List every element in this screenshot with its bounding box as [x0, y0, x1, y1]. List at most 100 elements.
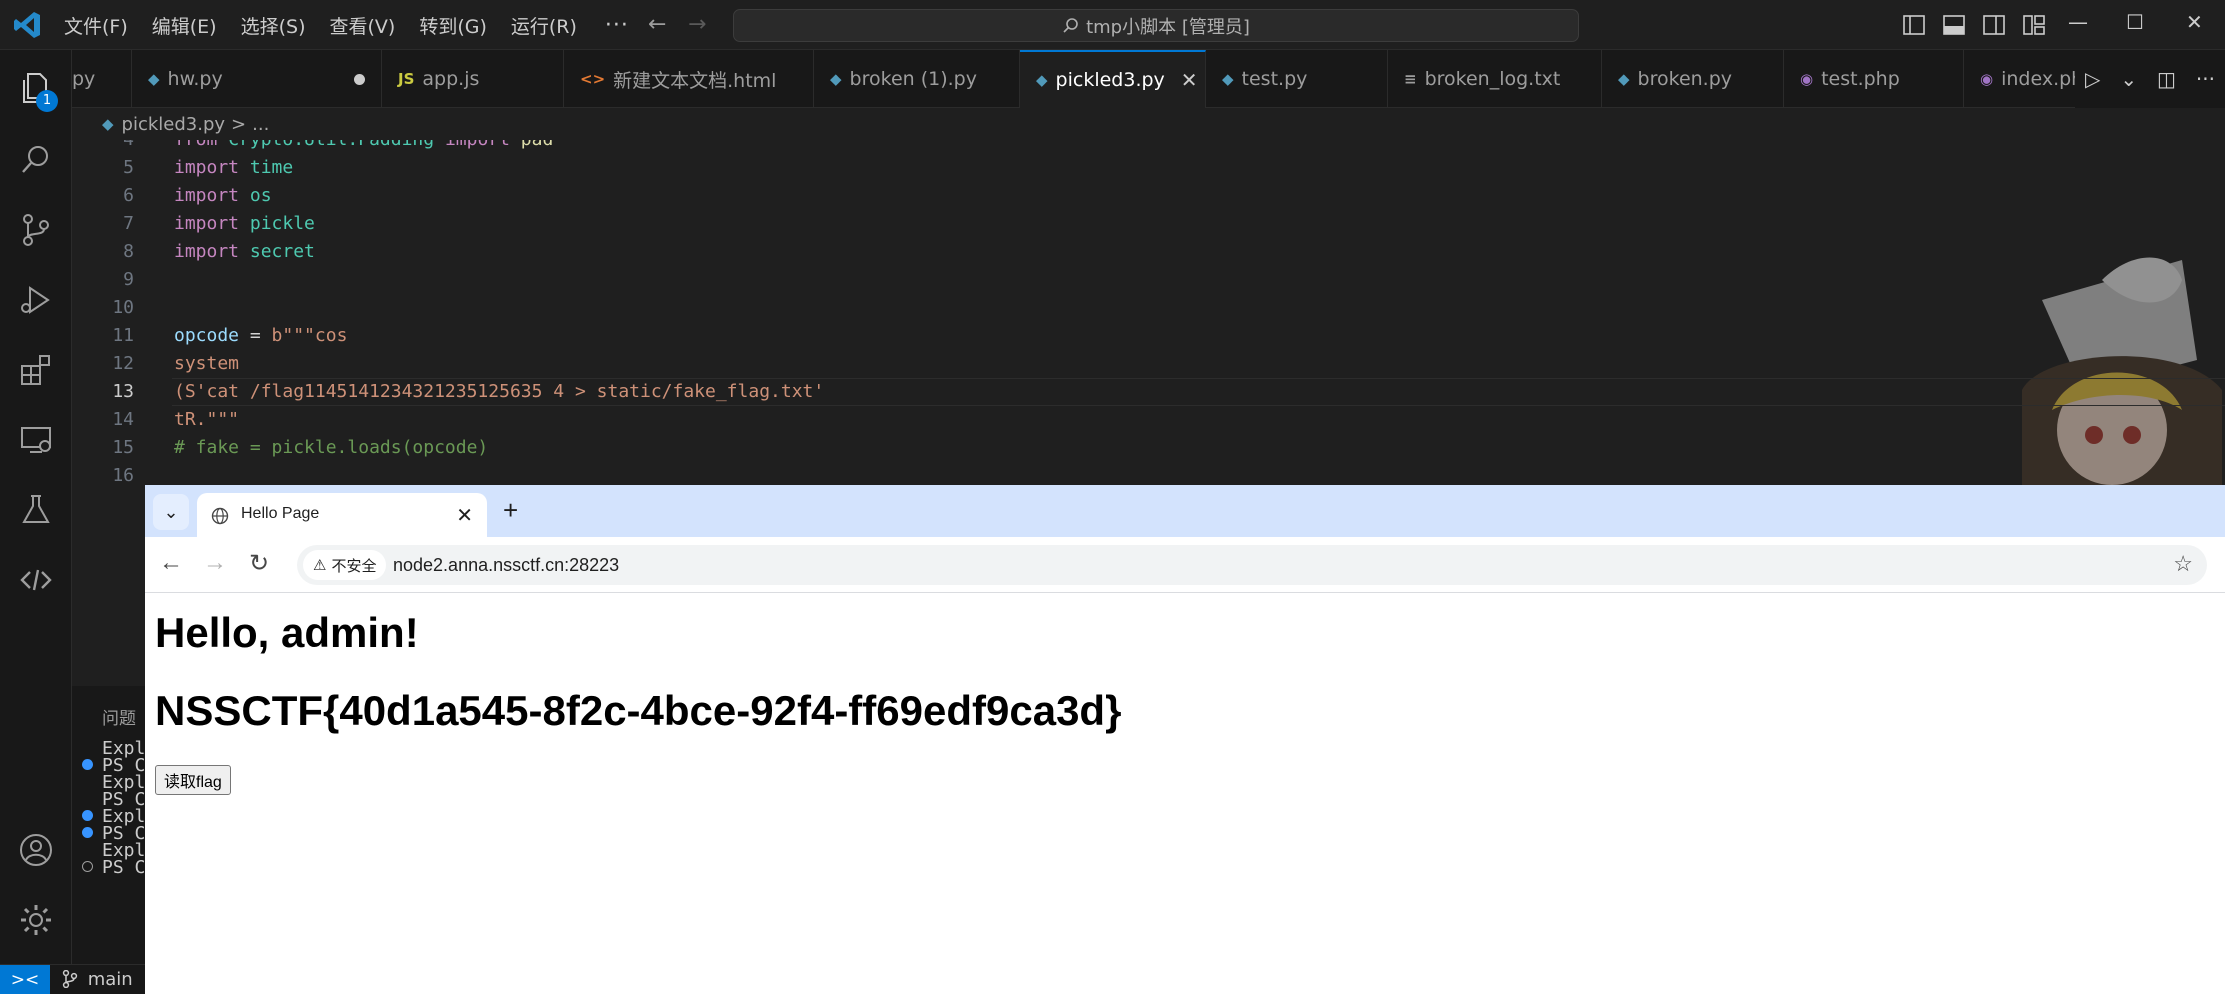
command-decoration-dot-icon[interactable] — [82, 759, 93, 770]
tab-pickled3-py[interactable]: ◆ pickled3.py ✕ — [1020, 50, 1206, 108]
split-editor-icon[interactable]: ◫ — [2157, 67, 2176, 91]
git-branch[interactable]: main — [62, 965, 133, 994]
search-view-icon[interactable] — [18, 142, 54, 178]
code-token: b"""cos — [271, 325, 348, 346]
unsaved-dot-icon[interactable] — [354, 74, 365, 85]
command-decoration-dot-icon[interactable] — [82, 827, 93, 838]
breadcrumb: ◆ pickled3.py > ... — [72, 108, 269, 140]
tab-label: hw.py — [167, 68, 223, 90]
code-line[interactable]: 16 — [72, 462, 2222, 486]
testing-icon[interactable] — [18, 492, 54, 528]
command-center-search[interactable]: tmp小脚本 [管理员] — [733, 9, 1579, 42]
browser-tab-hello-page[interactable]: Hello Page ✕ — [197, 493, 487, 537]
site-security-chip[interactable]: ⚠ 不安全 — [303, 550, 387, 580]
accounts-icon[interactable] — [18, 832, 54, 868]
url-text[interactable]: node2.anna.nssctf.cn:28223 — [393, 555, 619, 576]
code-token: (S'cat /flag1145141234321235125635 4 > s… — [174, 381, 825, 402]
tab-broken-1-py[interactable]: ◆ broken (1).py — [814, 50, 1020, 108]
browser-toolbar: ← → ↻ ⚠ 不安全 node2.anna.nssctf.cn:28223 ☆ — [145, 537, 2225, 593]
code-token: time — [249, 157, 294, 178]
menu-more-icon[interactable]: ··· — [605, 13, 629, 38]
tab-search-button[interactable]: ⌄ — [153, 494, 189, 530]
code-token: pickle — [249, 213, 315, 234]
manage-gear-icon[interactable] — [18, 902, 54, 938]
panel-tab-problems[interactable]: 问题 — [102, 704, 136, 729]
breadcrumb-file[interactable]: pickled3.py — [122, 114, 226, 135]
address-bar[interactable]: ⚠ 不安全 node2.anna.nssctf.cn:28223 ☆ — [297, 545, 2207, 585]
code-line[interactable]: 9 — [72, 266, 2222, 294]
run-and-debug-icon[interactable] — [18, 282, 54, 318]
tab-partial[interactable]: py — [72, 50, 132, 108]
breadcrumb-rest[interactable]: ... — [252, 114, 269, 135]
python-file-icon: ◆ — [830, 70, 842, 88]
code-line[interactable]: 10 — [72, 294, 2222, 322]
customize-layout-icon[interactable] — [2022, 14, 2046, 36]
code-token: pad — [521, 140, 554, 150]
tab-test-php[interactable]: ◉ test.php — [1784, 50, 1964, 108]
code-line[interactable]: 12 system — [72, 350, 2222, 378]
back-arrow-icon[interactable]: ← — [648, 12, 666, 37]
code-token: tR.""" — [174, 409, 240, 430]
terminal-panel[interactable]: 问题 Expl PS C Expl PS C Expl PS C Expl PS C — [72, 686, 152, 964]
code-line[interactable]: 5 import time — [72, 154, 2222, 182]
code-line[interactable]: 14 tR.""" — [72, 406, 2222, 434]
code-line[interactable]: 11 opcode = b"""cos — [72, 322, 2222, 350]
code-text: (S'cat /flag1145141234321235125635 4 > s… — [174, 378, 824, 406]
menu-edit[interactable]: 编辑(E) — [152, 12, 217, 39]
code-snippets-icon[interactable] — [18, 562, 54, 598]
code-line[interactable]: 8 import secret — [72, 238, 2222, 266]
code-text: import pickle — [174, 210, 315, 238]
command-decoration-dot-icon[interactable] — [82, 810, 93, 821]
remote-indicator-icon[interactable]: >< — [0, 965, 50, 994]
python-file-icon: ◆ — [1618, 70, 1630, 88]
browser-forward-icon[interactable]: → — [203, 549, 227, 577]
flag-text: NSSCTF{40d1a545-8f2c-4bce-92f4-ff69edf9c… — [155, 687, 1122, 734]
toggle-panel-icon[interactable] — [1942, 14, 1966, 36]
tab-broken-log-txt[interactable]: ≡ broken_log.txt — [1388, 50, 1602, 108]
tab-hw-py[interactable]: ◆ hw.py — [132, 50, 382, 108]
tab-test-py[interactable]: ◆ test.py — [1206, 50, 1388, 108]
toggle-primary-sidebar-icon[interactable] — [1902, 14, 1926, 36]
run-file-icon[interactable]: ▷ — [2085, 67, 2100, 91]
code-token: opcode — [174, 325, 250, 346]
read-flag-button[interactable]: 读取flag — [155, 765, 231, 795]
close-window-button[interactable]: ✕ — [2186, 10, 2203, 34]
code-line[interactable]: 7 import pickle — [72, 210, 2222, 238]
code-line[interactable]: 15 # fake = pickle.loads(opcode) — [72, 434, 2222, 462]
toggle-secondary-sidebar-icon[interactable] — [1982, 14, 2006, 36]
minimize-button[interactable]: — — [2068, 10, 2088, 34]
more-actions-icon[interactable]: ··· — [2196, 67, 2215, 91]
command-center-text: tmp小脚本 [管理员] — [1086, 16, 1250, 38]
menu-file[interactable]: 文件(F) — [64, 12, 128, 39]
browser-back-icon[interactable]: ← — [159, 549, 183, 577]
forward-arrow-icon[interactable]: → — [688, 12, 706, 37]
reload-icon[interactable]: ↻ — [249, 549, 269, 578]
maximize-button[interactable]: ☐ — [2126, 10, 2144, 34]
command-decoration-dot-icon[interactable] — [82, 861, 93, 872]
menu-run[interactable]: 运行(R) — [511, 12, 577, 39]
code-line[interactable]: 6 import os — [72, 182, 2222, 210]
new-tab-plus-icon[interactable]: + — [503, 495, 518, 526]
run-menu-chevron-icon[interactable]: ⌄ — [2120, 67, 2137, 91]
line-number: 6 — [123, 185, 134, 206]
close-browser-tab-icon[interactable]: ✕ — [456, 503, 473, 528]
code-editor[interactable]: 4 from Crypto.Util.Padding import pad 5 imp… — [72, 140, 2225, 486]
php-file-icon: ◉ — [1800, 70, 1814, 88]
code-line[interactable]: 4 from Crypto.Util.Padding import pad — [72, 140, 2222, 154]
close-tab-icon[interactable]: ✕ — [1181, 68, 1198, 92]
explorer-badge: 1 — [36, 90, 58, 112]
code-line[interactable]: 13 (S'cat /flag1145141234321235125635 4 >… — [72, 378, 2222, 406]
source-control-icon[interactable] — [18, 212, 54, 248]
tab-app-js[interactable]: JS app.js — [382, 50, 564, 108]
menu-view[interactable]: 查看(V) — [330, 12, 396, 39]
extensions-icon[interactable] — [18, 352, 54, 388]
menu-selection[interactable]: 选择(S) — [241, 12, 306, 39]
code-token: system — [174, 353, 240, 374]
menu-go[interactable]: 转到(G) — [419, 12, 487, 39]
bookmark-star-icon[interactable]: ☆ — [2173, 551, 2193, 577]
tab-broken-py[interactable]: ◆ broken.py — [1602, 50, 1784, 108]
php-file-icon: ◉ — [1980, 70, 1994, 88]
warning-icon: ⚠ — [313, 557, 327, 574]
remote-explorer-icon[interactable] — [18, 422, 54, 458]
tab-new-html[interactable]: <> 新建文本文档.html — [564, 50, 814, 108]
